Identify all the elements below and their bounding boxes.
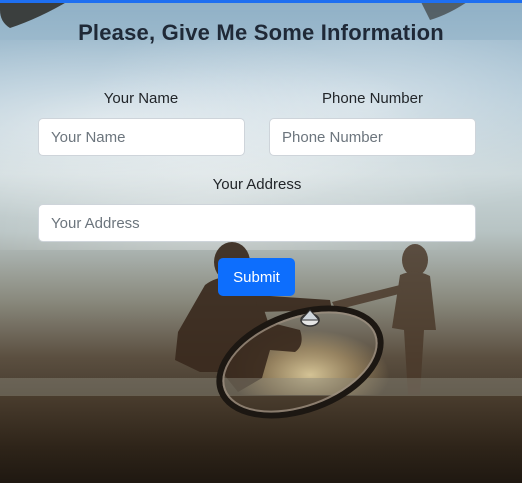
form-title: Please, Give Me Some Information — [78, 20, 444, 45]
phone-label: Phone Number — [322, 90, 423, 107]
name-input[interactable] — [38, 118, 245, 156]
address-input[interactable] — [38, 204, 476, 242]
phone-input[interactable] — [269, 118, 476, 156]
top-accent-bar — [0, 0, 522, 3]
address-label: Your Address — [212, 176, 302, 193]
submit-button[interactable]: Submit — [218, 258, 295, 296]
name-label: Your Name — [103, 90, 179, 107]
